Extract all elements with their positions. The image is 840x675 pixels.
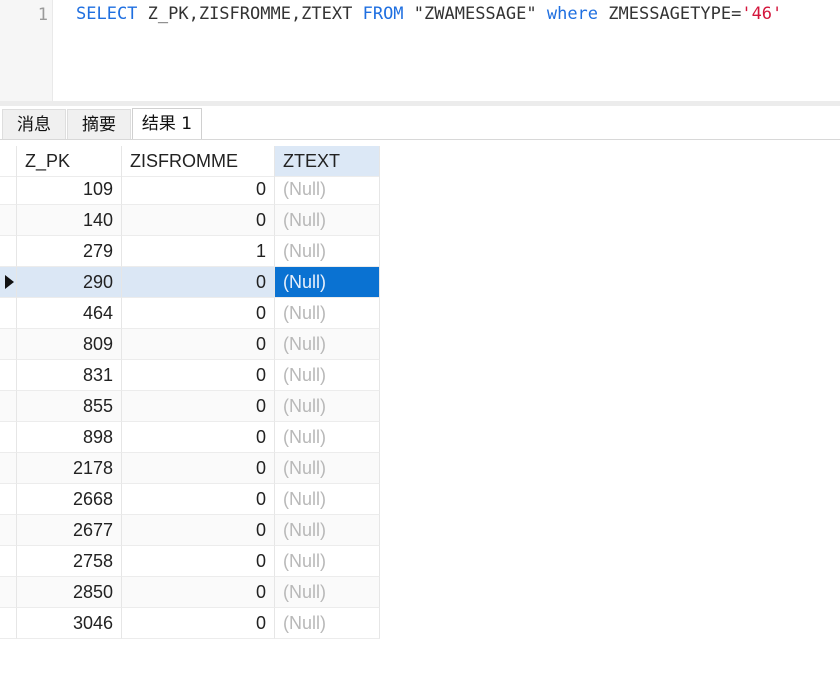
cell-z-pk[interactable]: 2677: [17, 515, 122, 546]
cell-z-pk[interactable]: 109: [17, 174, 122, 205]
cell-z-pk[interactable]: 898: [17, 422, 122, 453]
tab-summary[interactable]: 摘要: [67, 109, 131, 139]
cell-zisfromme[interactable]: 1: [122, 236, 275, 267]
row-selector[interactable]: [0, 267, 17, 298]
table-row[interactable]: 290 0 (Null): [0, 267, 380, 298]
cell-ztext[interactable]: (Null): [275, 174, 380, 205]
cell-z-pk[interactable]: 279: [17, 236, 122, 267]
sql-keyword-select: SELECT: [76, 4, 138, 24]
sql-string-value: '46': [741, 4, 783, 24]
cell-zisfromme[interactable]: 0: [122, 546, 275, 577]
table-row[interactable]: 3046 0 (Null): [0, 608, 380, 639]
row-selector[interactable]: [0, 205, 17, 236]
row-selector-header[interactable]: [0, 146, 17, 177]
cell-ztext[interactable]: (Null): [275, 422, 380, 453]
sql-table-name: "ZWAMESSAGE": [403, 4, 547, 24]
cell-z-pk[interactable]: 2668: [17, 484, 122, 515]
row-selector[interactable]: [0, 608, 17, 639]
cell-ztext[interactable]: (Null): [275, 298, 380, 329]
row-selector[interactable]: [0, 329, 17, 360]
row-selector[interactable]: [0, 453, 17, 484]
table-row[interactable]: 140 0 (Null): [0, 205, 380, 236]
table-row[interactable]: 809 0 (Null): [0, 329, 380, 360]
cell-zisfromme[interactable]: 0: [122, 608, 275, 639]
cell-zisfromme[interactable]: 0: [122, 422, 275, 453]
cell-zisfromme[interactable]: 0: [122, 484, 275, 515]
table-row[interactable]: 279 1 (Null): [0, 236, 380, 267]
table-row[interactable]: 898 0 (Null): [0, 422, 380, 453]
cell-zisfromme[interactable]: 0: [122, 298, 275, 329]
cell-z-pk[interactable]: 290: [17, 267, 122, 298]
table-row[interactable]: 2677 0 (Null): [0, 515, 380, 546]
row-selector[interactable]: [0, 515, 17, 546]
result-tab-bar: 消息 摘要 结果 1: [0, 106, 840, 140]
tab-messages[interactable]: 消息: [2, 109, 66, 139]
row-selector[interactable]: [0, 174, 17, 205]
cell-zisfromme[interactable]: 0: [122, 577, 275, 608]
sql-columns: Z_PK,ZISFROMME,ZTEXT: [137, 4, 363, 24]
sql-keyword-from: FROM: [362, 4, 404, 24]
cell-zisfromme[interactable]: 0: [122, 205, 275, 236]
table-row[interactable]: 2178 0 (Null): [0, 453, 380, 484]
cell-zisfromme[interactable]: 0: [122, 391, 275, 422]
current-row-arrow-icon: [5, 275, 14, 289]
cell-z-pk[interactable]: 464: [17, 298, 122, 329]
cell-ztext[interactable]: (Null): [275, 515, 380, 546]
cell-z-pk[interactable]: 2758: [17, 546, 122, 577]
row-selector[interactable]: [0, 577, 17, 608]
cell-z-pk[interactable]: 2850: [17, 577, 122, 608]
cell-zisfromme[interactable]: 0: [122, 174, 275, 205]
cell-zisfromme[interactable]: 0: [122, 453, 275, 484]
table-row[interactable]: 2850 0 (Null): [0, 577, 380, 608]
cell-z-pk[interactable]: 140: [17, 205, 122, 236]
cell-ztext[interactable]: (Null): [275, 484, 380, 515]
table-row[interactable]: 831 0 (Null): [0, 360, 380, 391]
table-row[interactable]: 464 0 (Null): [0, 298, 380, 329]
cell-ztext[interactable]: (Null): [275, 546, 380, 577]
cell-z-pk[interactable]: 2178: [17, 453, 122, 484]
table-row[interactable]: 109 0 (Null): [0, 174, 380, 205]
cell-ztext[interactable]: (Null): [275, 267, 380, 298]
cell-zisfromme[interactable]: 0: [122, 515, 275, 546]
cell-zisfromme[interactable]: 0: [122, 267, 275, 298]
row-selector[interactable]: [0, 546, 17, 577]
column-header-z-pk[interactable]: Z_PK: [17, 146, 122, 177]
row-selector[interactable]: [0, 298, 17, 329]
row-selector[interactable]: [0, 236, 17, 267]
table-row[interactable]: 2668 0 (Null): [0, 484, 380, 515]
cell-ztext[interactable]: (Null): [275, 205, 380, 236]
row-selector[interactable]: [0, 391, 17, 422]
line-number-gutter: 1: [0, 0, 53, 101]
table-row[interactable]: 855 0 (Null): [0, 391, 380, 422]
cell-z-pk[interactable]: 855: [17, 391, 122, 422]
tab-result-1[interactable]: 结果 1: [132, 108, 202, 139]
row-selector[interactable]: [0, 360, 17, 391]
cell-ztext[interactable]: (Null): [275, 391, 380, 422]
column-header-ztext[interactable]: ZTEXT: [275, 146, 380, 177]
cell-z-pk[interactable]: 809: [17, 329, 122, 360]
cell-z-pk[interactable]: 3046: [17, 608, 122, 639]
sql-code-line[interactable]: SELECT Z_PK,ZISFROMME,ZTEXT FROM "ZWAMES…: [76, 4, 782, 24]
cell-ztext[interactable]: (Null): [275, 577, 380, 608]
cell-z-pk[interactable]: 831: [17, 360, 122, 391]
cell-ztext[interactable]: (Null): [275, 236, 380, 267]
sql-editor[interactable]: 1 SELECT Z_PK,ZISFROMME,ZTEXT FROM "ZWAM…: [0, 0, 840, 101]
sql-keyword-where: where: [546, 4, 599, 24]
cell-ztext[interactable]: (Null): [275, 360, 380, 391]
cell-zisfromme[interactable]: 0: [122, 360, 275, 391]
row-selector[interactable]: [0, 484, 17, 515]
cell-ztext[interactable]: (Null): [275, 329, 380, 360]
row-selector[interactable]: [0, 422, 17, 453]
column-header-zisfromme[interactable]: ZISFROMME: [122, 146, 275, 177]
grid-header-row: Z_PK ZISFROMME ZTEXT: [0, 146, 380, 177]
table-row[interactable]: 2758 0 (Null): [0, 546, 380, 577]
line-number: 1: [37, 5, 48, 25]
cell-zisfromme[interactable]: 0: [122, 329, 275, 360]
sql-condition: ZMESSAGETYPE=: [598, 4, 742, 24]
cell-ztext[interactable]: (Null): [275, 608, 380, 639]
cell-ztext[interactable]: (Null): [275, 453, 380, 484]
